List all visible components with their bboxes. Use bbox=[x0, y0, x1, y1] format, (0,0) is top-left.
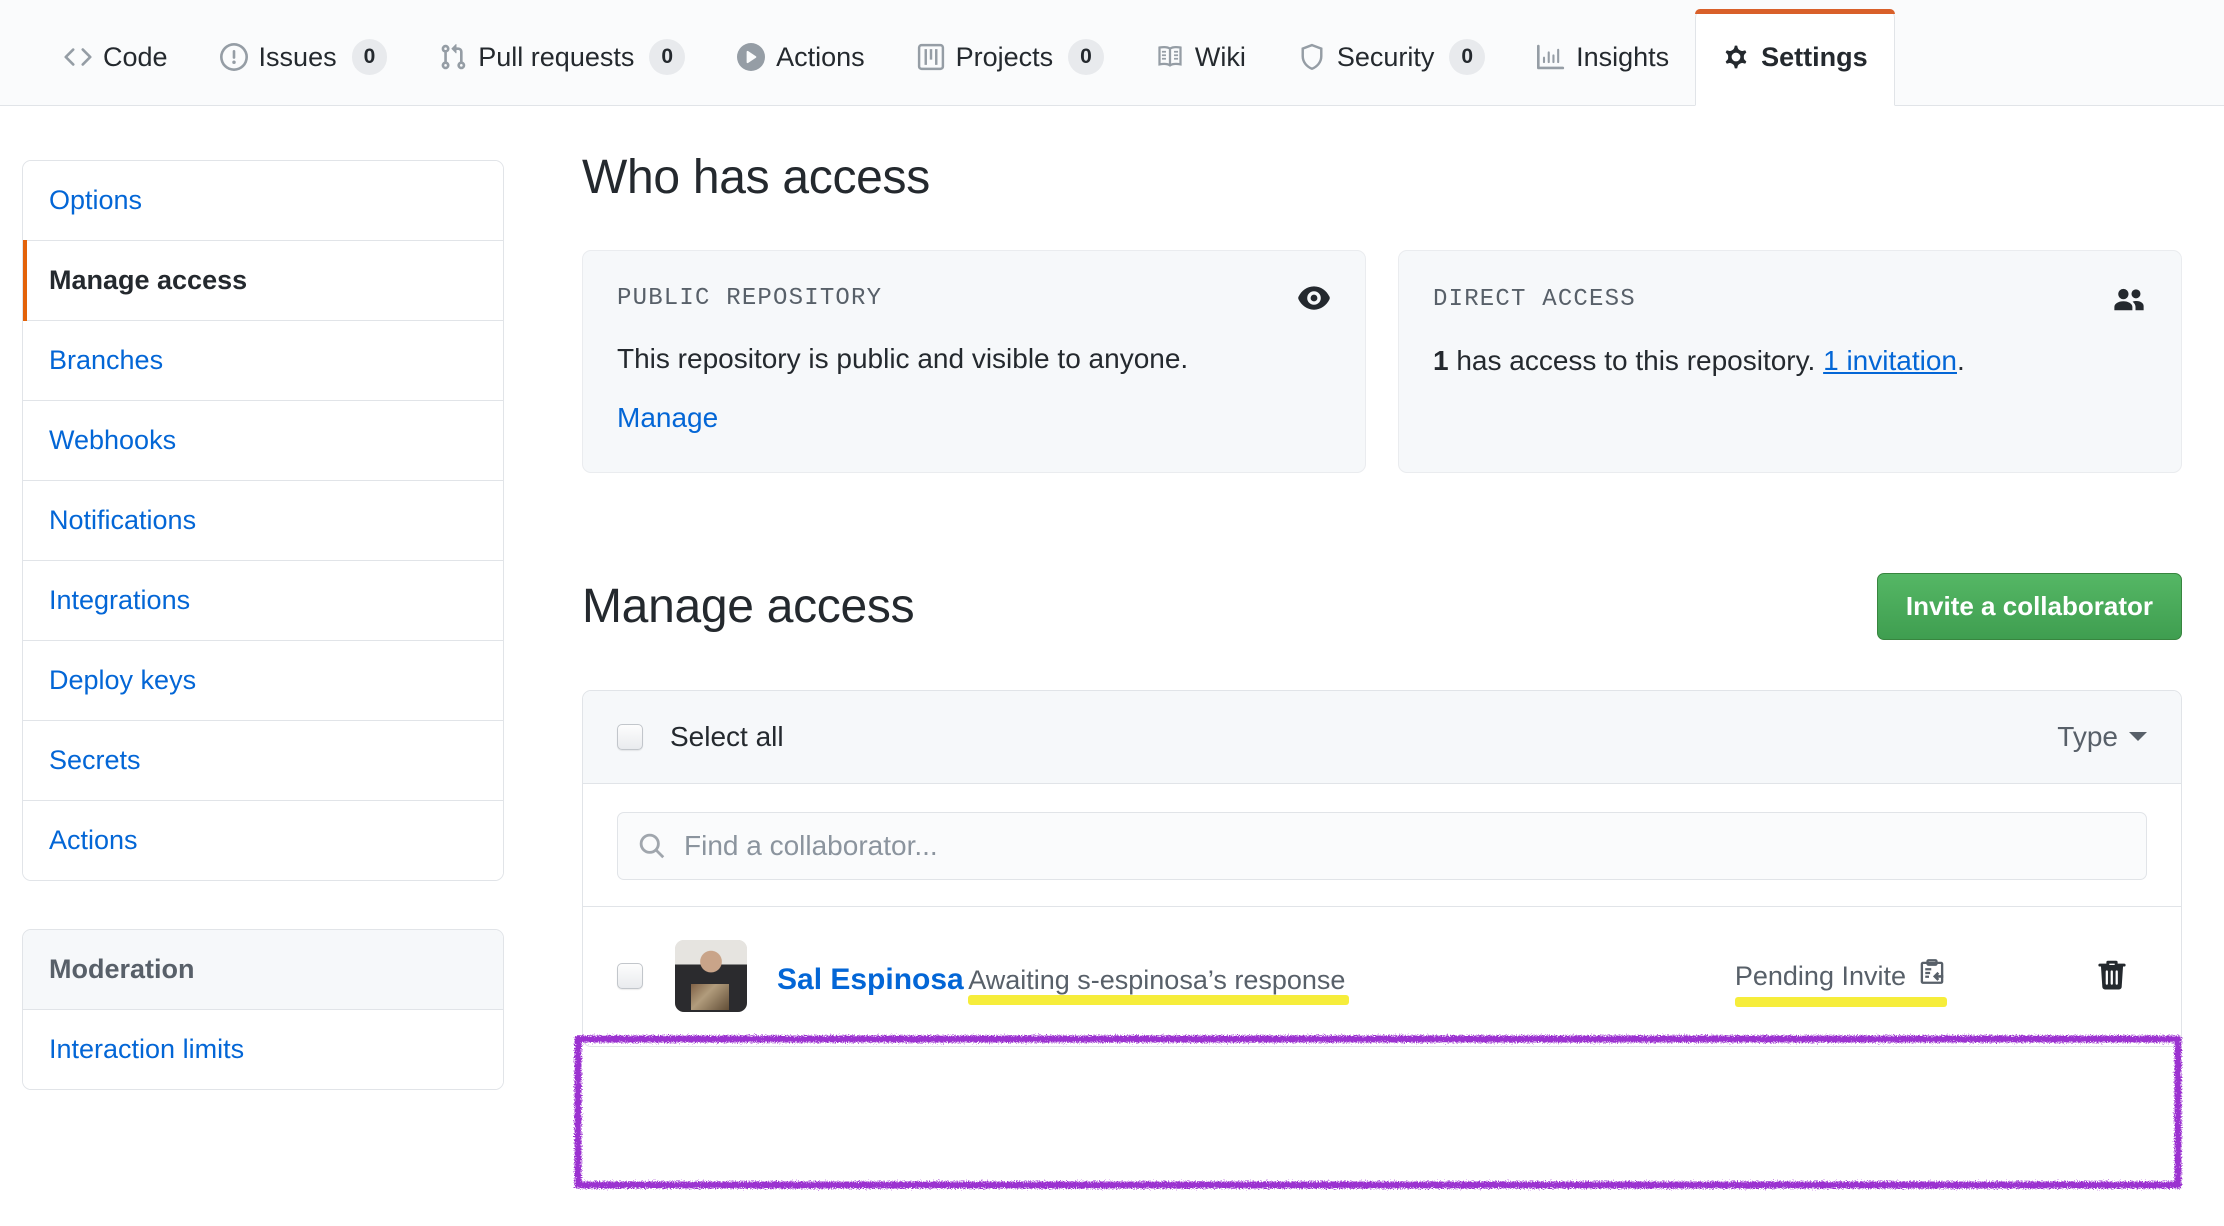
collaborators-toolbar: Select all Type bbox=[583, 690, 2181, 784]
manage-visibility-link[interactable]: Manage bbox=[617, 402, 718, 434]
tab-code[interactable]: Code bbox=[38, 9, 194, 105]
subtitle-text: Awaiting s-espinosa’s response bbox=[968, 965, 1346, 996]
select-all-label: Select all bbox=[670, 720, 784, 752]
card-header: PUBLIC REPOSITORY bbox=[617, 281, 1331, 315]
tab-label: Actions bbox=[776, 41, 865, 72]
issue-opened-icon bbox=[219, 43, 248, 71]
status-label: Pending Invite bbox=[1734, 960, 1906, 991]
sidebar-heading-moderation: Moderation bbox=[23, 930, 503, 1010]
sidebar-item-notifications[interactable]: Notifications bbox=[23, 481, 503, 561]
sidebar-item-manage-access[interactable]: Manage access bbox=[23, 240, 503, 321]
direct-access-suffix: . bbox=[1956, 345, 1965, 376]
page-title: Who has access bbox=[582, 151, 930, 204]
yellow-highlight-annotation bbox=[1734, 996, 1947, 1007]
git-pull-request-icon bbox=[439, 43, 467, 71]
direct-access-text: has access to this repository. bbox=[1448, 345, 1824, 376]
public-repository-card: PUBLIC REPOSITORY This repository is pub… bbox=[582, 250, 1366, 473]
card-label: PUBLIC REPOSITORY bbox=[617, 284, 883, 312]
book-icon bbox=[1156, 43, 1184, 71]
collaborators-panel: Select all Type Sal Espinosa Awaiting s-… bbox=[582, 689, 2182, 1047]
search-wrapper bbox=[617, 811, 2147, 880]
sidebar-item-options[interactable]: Options bbox=[23, 161, 503, 241]
manage-access-header: Manage access Invite a collaborator bbox=[582, 572, 2182, 640]
select-all-checkbox[interactable] bbox=[617, 723, 643, 750]
tab-label: Projects bbox=[955, 41, 1054, 72]
direct-access-card: DIRECT ACCESS 1 has access to this repos… bbox=[1398, 250, 2182, 473]
tab-label: Settings bbox=[1761, 41, 1868, 72]
purple-annotation-box bbox=[573, 1033, 2183, 1191]
security-count: 0 bbox=[1449, 39, 1486, 75]
collaborator-subtitle: Awaiting s-espinosa’s response bbox=[968, 965, 1350, 1006]
gear-icon bbox=[1722, 43, 1750, 71]
collaborator-search-input[interactable] bbox=[617, 811, 2147, 880]
tab-projects[interactable]: Projects 0 bbox=[891, 9, 1130, 105]
shield-icon bbox=[1298, 43, 1326, 71]
tab-insights[interactable]: Insights bbox=[1511, 9, 1695, 105]
settings-sidebar: Options Manage access Branches Webhooks … bbox=[22, 160, 504, 1090]
search-icon bbox=[637, 831, 667, 861]
card-body-text: This repository is public and visible to… bbox=[617, 343, 1189, 374]
card-body-text: 1 has access to this repository. 1 invit… bbox=[1433, 341, 2147, 382]
people-icon bbox=[2111, 281, 2147, 317]
avatar bbox=[675, 940, 747, 1013]
tab-actions[interactable]: Actions bbox=[711, 9, 891, 105]
invitation-link[interactable]: 1 invitation bbox=[1823, 345, 1957, 376]
status-badge: Pending Invite bbox=[1734, 958, 1947, 1007]
project-icon bbox=[917, 43, 945, 71]
code-icon bbox=[64, 43, 92, 71]
tab-label: Wiki bbox=[1194, 41, 1246, 72]
tab-label: Security bbox=[1336, 41, 1435, 72]
settings-menu-moderation: Moderation Interaction limits bbox=[22, 929, 504, 1090]
access-cards: PUBLIC REPOSITORY This repository is pub… bbox=[582, 250, 2182, 473]
trash-icon[interactable] bbox=[2094, 958, 2130, 994]
sidebar-item-branches[interactable]: Branches bbox=[23, 321, 503, 401]
row-select-checkbox[interactable] bbox=[617, 963, 643, 990]
sidebar-item-deploy-keys[interactable]: Deploy keys bbox=[23, 641, 503, 721]
collaborator-name-link[interactable]: Sal Espinosa bbox=[777, 963, 964, 997]
projects-count: 0 bbox=[1068, 39, 1104, 75]
sidebar-item-secrets[interactable]: Secrets bbox=[23, 721, 503, 801]
tab-settings[interactable]: Settings bbox=[1695, 9, 1895, 106]
tab-label: Issues bbox=[258, 41, 337, 72]
main-content: Who has access PUBLIC REPOSITORY This re… bbox=[582, 150, 2182, 1047]
pull-requests-count: 0 bbox=[649, 39, 686, 75]
sidebar-item-webhooks[interactable]: Webhooks bbox=[23, 401, 503, 481]
table-row: Sal Espinosa Awaiting s-espinosa’s respo… bbox=[583, 905, 2181, 1046]
tab-label: Pull requests bbox=[478, 41, 635, 72]
type-filter-label: Type bbox=[2057, 720, 2118, 752]
manage-access-title: Manage access bbox=[582, 579, 915, 633]
yellow-highlight-annotation bbox=[968, 995, 1350, 1006]
chevron-down-icon bbox=[2129, 732, 2147, 742]
pending-invite-icon bbox=[1917, 958, 1947, 995]
card-label: DIRECT ACCESS bbox=[1433, 285, 1636, 313]
tab-label: Insights bbox=[1576, 41, 1670, 72]
tab-pull-requests[interactable]: Pull requests 0 bbox=[413, 9, 711, 105]
eye-icon bbox=[1297, 281, 1331, 315]
issues-count: 0 bbox=[351, 39, 388, 75]
graph-icon bbox=[1537, 43, 1565, 71]
tab-label: Code bbox=[103, 41, 168, 72]
sidebar-item-interaction-limits[interactable]: Interaction limits bbox=[23, 1010, 503, 1089]
sidebar-item-actions[interactable]: Actions bbox=[23, 801, 503, 880]
collaborator-search-row bbox=[583, 784, 2181, 906]
settings-menu-primary: Options Manage access Branches Webhooks … bbox=[22, 160, 504, 881]
type-filter-dropdown[interactable]: Type bbox=[2057, 721, 2147, 753]
collaborator-info: Sal Espinosa Awaiting s-espinosa’s respo… bbox=[777, 955, 1350, 1006]
tab-security[interactable]: Security 0 bbox=[1272, 9, 1511, 105]
sidebar-item-integrations[interactable]: Integrations bbox=[23, 561, 503, 641]
invite-collaborator-button[interactable]: Invite a collaborator bbox=[1876, 572, 2182, 640]
repo-nav: Code Issues 0 Pull requests 0 Actions Pr… bbox=[0, 0, 2224, 106]
tab-wiki[interactable]: Wiki bbox=[1130, 9, 1272, 105]
tab-issues[interactable]: Issues 0 bbox=[194, 9, 414, 105]
play-icon bbox=[737, 43, 766, 71]
card-header: DIRECT ACCESS bbox=[1433, 281, 2147, 317]
direct-access-count: 1 bbox=[1433, 345, 1449, 376]
